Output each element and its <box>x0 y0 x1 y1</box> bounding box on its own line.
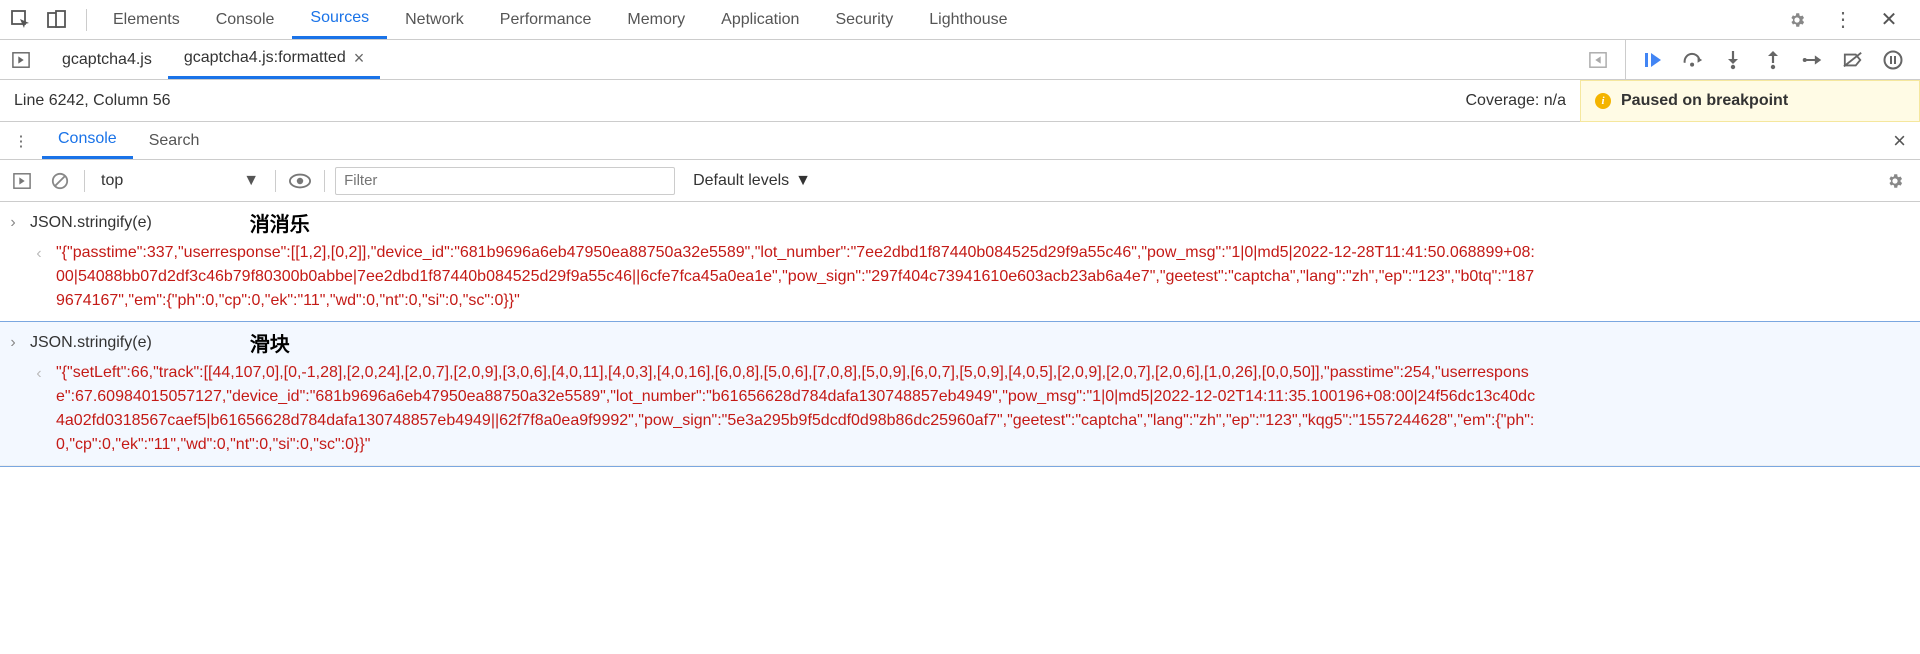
console-input-code: JSON.stringify(e) <box>30 214 152 232</box>
tab-performance[interactable]: Performance <box>482 0 610 39</box>
paused-banner: i Paused on breakpoint <box>1580 80 1920 122</box>
console-log-entry[interactable]: › JSON.stringify(e) 消消乐 › "{"passtime":3… <box>0 202 1920 322</box>
context-label: top <box>101 172 123 190</box>
close-devtools-icon[interactable]: ✕ <box>1874 5 1904 35</box>
sources-file-row: gcaptcha4.js gcaptcha4.js:formatted × <box>0 40 1920 80</box>
console-body: › JSON.stringify(e) 消消乐 › "{"passtime":3… <box>0 202 1920 466</box>
more-vert-icon[interactable]: ⋮ <box>1828 5 1858 35</box>
file-tab-gcaptcha4-formatted[interactable]: gcaptcha4.js:formatted × <box>168 40 380 79</box>
tab-security[interactable]: Security <box>817 0 911 39</box>
filter-input[interactable] <box>335 167 675 195</box>
drawer-more-icon[interactable]: ⋮ <box>8 128 34 154</box>
device-toggle-icon[interactable] <box>42 5 72 35</box>
status-row: Line 6242, Column 56 Coverage: n/a i Pau… <box>0 80 1920 122</box>
devtools-top-bar: Elements Console Sources Network Perform… <box>0 0 1920 40</box>
live-expression-icon[interactable] <box>286 167 314 195</box>
levels-label: Default levels <box>693 172 789 190</box>
tab-application[interactable]: Application <box>703 0 817 39</box>
drawer-tab-search[interactable]: Search <box>133 122 216 159</box>
console-log-entry[interactable]: › JSON.stringify(e) 滑块 › "{"setLeft":66,… <box>0 322 1920 466</box>
tab-network[interactable]: Network <box>387 0 482 39</box>
clear-console-icon[interactable] <box>46 167 74 195</box>
drawer-tab-console[interactable]: Console <box>42 122 133 159</box>
tab-lighthouse[interactable]: Lighthouse <box>911 0 1025 39</box>
file-tab-gcaptcha4[interactable]: gcaptcha4.js <box>46 40 168 79</box>
log-levels-select[interactable]: Default levels ▼ <box>693 172 811 190</box>
tab-memory[interactable]: Memory <box>609 0 703 39</box>
chevron-down-icon: ▼ <box>795 172 811 190</box>
tab-elements[interactable]: Elements <box>95 0 198 39</box>
step-out-icon[interactable] <box>1762 49 1784 71</box>
close-icon[interactable]: × <box>354 48 365 69</box>
tab-console[interactable]: Console <box>198 0 293 39</box>
drawer-tabs: ⋮ Console Search × <box>0 122 1920 160</box>
toggle-navigator-icon[interactable] <box>6 45 36 75</box>
tab-sources[interactable]: Sources <box>292 0 387 39</box>
resume-icon[interactable] <box>1642 49 1664 71</box>
debugger-controls <box>1625 40 1920 80</box>
console-output-text: "{"setLeft":66,"track":[[44,107,0],[0,-1… <box>56 361 1540 457</box>
execution-context-select[interactable]: top ▼ <box>95 172 265 190</box>
output-chevron-icon: › <box>30 242 48 266</box>
toggle-debugger-pane-icon[interactable] <box>1583 45 1613 75</box>
input-chevron-icon: › <box>4 214 22 232</box>
file-tab-label: gcaptcha4.js:formatted <box>184 49 346 67</box>
deactivate-breakpoints-icon[interactable] <box>1842 49 1864 71</box>
output-chevron-icon: › <box>30 362 48 386</box>
inspect-icon[interactable] <box>6 5 36 35</box>
file-tab-label: gcaptcha4.js <box>62 51 152 69</box>
close-drawer-icon[interactable]: × <box>1879 128 1920 154</box>
console-input-code: JSON.stringify(e) <box>30 334 152 352</box>
paused-banner-text: Paused on breakpoint <box>1621 92 1788 110</box>
input-chevron-icon: › <box>4 334 22 352</box>
annotation-label: 滑块 <box>250 328 290 357</box>
console-output-text: "{"passtime":337,"userresponse":[[1,2],[… <box>56 241 1540 313</box>
step-icon[interactable] <box>1802 49 1824 71</box>
console-settings-icon[interactable] <box>1878 172 1912 190</box>
settings-gear-icon[interactable] <box>1782 5 1812 35</box>
info-icon: i <box>1595 93 1611 109</box>
line-column-status: Line 6242, Column 56 <box>14 92 171 110</box>
main-tabs: Elements Console Sources Network Perform… <box>95 0 1782 39</box>
console-toolbar: top ▼ Default levels ▼ <box>0 160 1920 202</box>
annotation-label: 消消乐 <box>250 208 310 237</box>
chevron-down-icon: ▼ <box>243 172 259 190</box>
toggle-console-sidebar-icon[interactable] <box>8 167 36 195</box>
step-over-icon[interactable] <box>1682 49 1704 71</box>
pause-on-exceptions-icon[interactable] <box>1882 49 1904 71</box>
coverage-status: Coverage: n/a <box>1465 92 1566 110</box>
step-into-icon[interactable] <box>1722 49 1744 71</box>
